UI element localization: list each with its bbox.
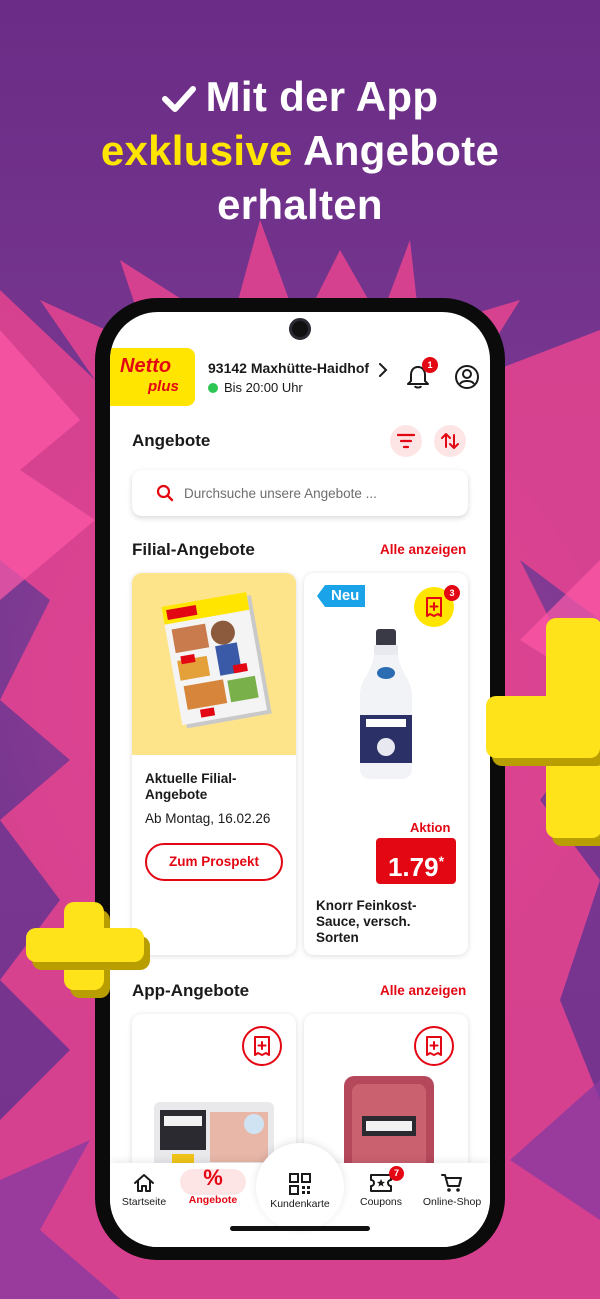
notification-badge: 1 <box>422 357 438 373</box>
aktion-label: Aktion <box>410 820 451 835</box>
nav-online-shop-label: Online-Shop <box>422 1196 482 1208</box>
search-input[interactable] <box>184 478 454 508</box>
price-value: 1.79 <box>387 852 439 882</box>
app-offers-show-all-link[interactable]: Alle anzeigen <box>380 983 466 998</box>
product-name-line-1: Knorr Feinkost- <box>316 898 417 913</box>
headline-highlight: exklusive <box>100 127 293 174</box>
percent-icon: % <box>203 1165 223 1190</box>
nav-angebote-label: Angebote <box>188 1194 238 1206</box>
search-icon <box>156 484 174 502</box>
product-card[interactable]: Neu 3 Aktion 1.79* Knorr Feinkost- Sauce… <box>304 573 468 955</box>
product-image-chicken-pack <box>154 1102 274 1172</box>
home-icon <box>134 1174 154 1192</box>
flyer-card-title: Aktuelle Filial- Angebote <box>145 771 237 803</box>
check-icon <box>161 86 196 112</box>
coupon-icon <box>426 597 442 617</box>
headline-line-3: erhalten <box>217 181 383 228</box>
open-status-dot <box>208 383 218 393</box>
coupon-icon <box>426 1036 442 1056</box>
netto-plus-logo[interactable]: Netto plus <box>110 348 195 406</box>
filter-icon <box>397 433 415 449</box>
flyer-image-area <box>132 573 296 755</box>
store-hours: Bis 20:00 Uhr <box>208 380 369 395</box>
nav-coupons[interactable]: Coupons <box>343 1163 419 1208</box>
filial-offers-title: Filial-Angebote <box>132 540 255 559</box>
cart-icon <box>441 1174 462 1192</box>
search-bar[interactable] <box>132 470 468 516</box>
filial-show-all-link[interactable]: Alle anzeigen <box>380 542 466 557</box>
flyer-card-date: Ab Montag, 16.02.26 <box>145 811 271 826</box>
logo-word-netto: Netto <box>120 355 172 377</box>
flyer-title-line-2: Angebote <box>145 787 208 802</box>
chevron-right-icon[interactable] <box>378 362 388 378</box>
front-camera <box>289 318 311 340</box>
coupon-button[interactable] <box>242 1026 282 1066</box>
plus-decoration-left <box>26 902 144 990</box>
filter-button[interactable] <box>390 425 422 457</box>
phone-screen: Netto plus 93142 Maxhütte-Haidhof Bis 20… <box>110 312 490 1247</box>
flyer-title-line-1: Aktuelle Filial- <box>145 771 237 786</box>
user-account-icon[interactable] <box>454 364 480 390</box>
flyer-card[interactable]: Aktuelle Filial- Angebote Ab Montag, 16.… <box>132 573 296 955</box>
sort-button[interactable] <box>434 425 466 457</box>
product-name: Knorr Feinkost- Sauce, versch. Sorten <box>316 898 417 946</box>
qr-code-icon <box>289 1173 311 1195</box>
new-tag: Neu <box>317 585 366 607</box>
nav-startseite-label: Startseite <box>121 1196 167 1208</box>
product-image-meat-pack <box>344 1076 434 1176</box>
coupons-badge: 7 <box>389 1166 404 1181</box>
coupon-button[interactable] <box>414 1026 454 1066</box>
zum-prospekt-button[interactable]: Zum Prospekt <box>145 843 283 881</box>
plus-decoration-right <box>486 618 600 838</box>
product-name-line-3: Sorten <box>316 930 359 945</box>
store-selector[interactable]: 93142 Maxhütte-Haidhof Bis 20:00 Uhr <box>208 360 369 395</box>
headline-line-2: Angebote <box>303 127 500 174</box>
nav-angebote[interactable]: % Angebote <box>175 1163 251 1206</box>
store-hours-text: Bis 20:00 Uhr <box>224 380 303 395</box>
nav-startseite[interactable]: Startseite <box>110 1163 182 1208</box>
nav-online-shop[interactable]: Online-Shop <box>414 1163 490 1208</box>
nav-kundenkarte-label: Kundenkarte <box>270 1198 330 1210</box>
price-asterisk: * <box>438 853 445 869</box>
headline-line-1: Mit der App <box>205 73 439 120</box>
nav-kundenkarte[interactable]: Kundenkarte <box>262 1163 338 1210</box>
home-indicator <box>230 1226 370 1231</box>
price-tag: 1.79* <box>376 838 456 884</box>
app-offers-title: App-Angebote <box>132 981 250 1000</box>
coupon-icon <box>254 1036 270 1056</box>
logo-word-plus: plus <box>148 378 179 395</box>
coupon-count-badge: 3 <box>444 585 460 601</box>
nav-coupons-label: Coupons <box>359 1196 403 1208</box>
offers-title: Angebote <box>132 431 211 450</box>
product-name-line-2: Sauce, versch. <box>316 914 411 929</box>
promo-headline: Mit der App exklusive Angebote erhalten <box>0 70 600 232</box>
store-address: 93142 Maxhütte-Haidhof <box>208 360 370 376</box>
bottom-navigation: Startseite % Angebote Kundenkarte Coupon… <box>110 1143 490 1247</box>
flyer-image <box>161 591 272 729</box>
sort-icon <box>441 433 459 449</box>
product-image-sauce-bottle <box>360 629 412 779</box>
